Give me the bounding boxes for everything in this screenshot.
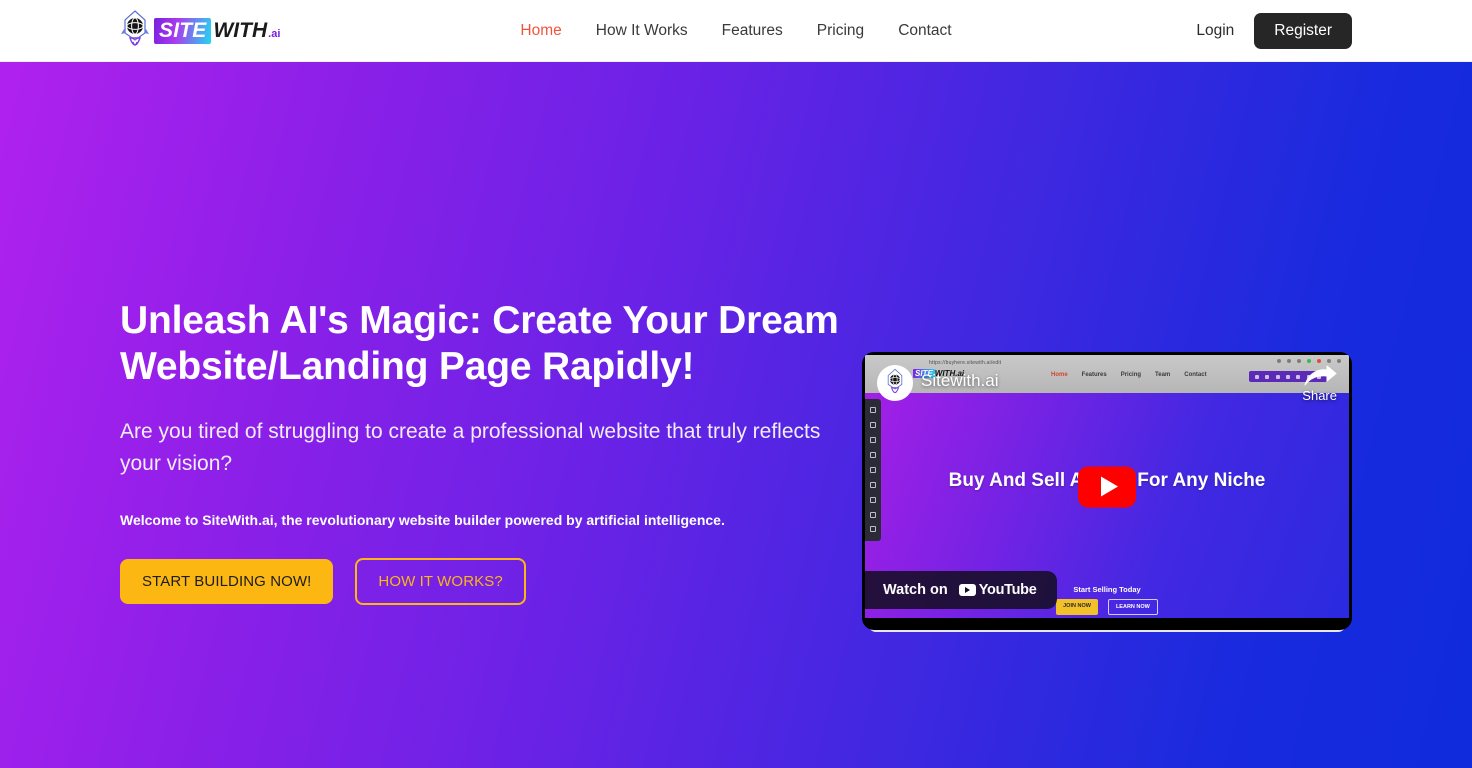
thumbnail-window-dots	[1277, 359, 1341, 363]
add-icon	[870, 422, 876, 429]
hero-subheading: Are you tired of struggling to create a …	[120, 420, 821, 475]
dot-icon	[1337, 359, 1341, 363]
nav-item-how-it-works[interactable]: How It Works	[596, 22, 688, 40]
play-button-icon[interactable]	[1078, 466, 1136, 507]
rocket-globe-icon	[120, 9, 150, 53]
youtube-embed[interactable]: https://buyhere.sitewith.ai/edit SITE WIT…	[862, 352, 1352, 630]
youtube-play-box	[958, 584, 976, 596]
refresh-icon	[870, 496, 876, 503]
logo-with-text: WITH	[213, 18, 268, 42]
thumbnail-nav-team: Team	[1155, 372, 1171, 378]
search-icon	[870, 437, 876, 444]
channel-avatar-icon[interactable]	[877, 365, 913, 401]
thumbnail-join-now-button: JOIN NOW	[1056, 599, 1098, 615]
logo-site-text: SITE	[154, 17, 212, 45]
dot-icon	[1327, 359, 1331, 363]
toolbar-icon	[1255, 374, 1260, 379]
site-header: SITE WITH .ai Home How It Works Features…	[0, 0, 1472, 62]
settings-icon	[870, 452, 876, 459]
move-icon	[870, 407, 876, 414]
thumbnail-nav-home: Home	[1051, 372, 1068, 378]
dot-icon	[1277, 359, 1281, 363]
share-label: Share	[1302, 388, 1337, 403]
dot-icon	[1297, 359, 1301, 363]
download-icon	[870, 526, 876, 533]
thumbnail-nav-features: Features	[1081, 372, 1107, 378]
hero-section: Unleash AI's Magic: Create Your Dream We…	[0, 62, 1472, 768]
logo-ai-text: .ai	[268, 27, 281, 40]
play-triangle	[1100, 476, 1118, 497]
thumbnail-nav-pricing: Pricing	[1120, 372, 1142, 378]
thumbnail-url-bar: https://buyhere.sitewith.ai/edit	[929, 360, 1002, 366]
youtube-wordmark: YouTube	[978, 582, 1037, 598]
register-button[interactable]: Register	[1254, 12, 1352, 49]
nav-item-features[interactable]: Features	[722, 22, 783, 40]
logo[interactable]: SITE WITH .ai	[120, 9, 280, 53]
nav-item-pricing[interactable]: Pricing	[817, 22, 864, 40]
video-thumbnail: https://buyhere.sitewith.ai/edit SITE WIT…	[865, 355, 1349, 618]
main-nav: Home How It Works Features Pricing Conta…	[520, 22, 951, 40]
share-arrow-icon	[1304, 365, 1337, 386]
thumbnail-learn-now-button: LEARN NOW	[1107, 599, 1158, 615]
toolbar-icon	[1265, 374, 1270, 379]
share-button[interactable]: Share	[1302, 365, 1337, 403]
dot-icon	[1287, 359, 1291, 363]
save-icon	[870, 511, 876, 518]
dot-red-icon	[1317, 359, 1321, 363]
hero-welcome-text: Welcome to SiteWith.ai, the revolutionar…	[120, 512, 725, 529]
hero-copy: Unleash AI's Magic: Create Your Dream We…	[120, 298, 850, 606]
toolbar-icon	[1285, 374, 1290, 379]
dot-green-icon	[1307, 359, 1311, 363]
how-it-works-button[interactable]: HOW IT WORKS?	[355, 558, 526, 606]
toolbar-icon	[1296, 374, 1301, 379]
cta-row: START BUILDING NOW! HOW IT WORKS?	[120, 558, 850, 606]
youtube-logo-icon: YouTube	[958, 582, 1037, 598]
watch-on-label: Watch on	[883, 582, 948, 598]
video-channel-title[interactable]: Sitewith.ai	[921, 371, 998, 391]
thumbnail-nav-contact: Contact	[1184, 372, 1207, 378]
login-link[interactable]: Login	[1196, 22, 1234, 40]
nav-item-home[interactable]: Home	[520, 22, 561, 40]
nav-item-contact[interactable]: Contact	[898, 22, 951, 40]
toolbar-icon	[1275, 374, 1280, 379]
thumbnail-nav: Home Features Pricing Team Contact	[1051, 372, 1207, 378]
page-title: Unleash AI's Magic: Create Your Dream We…	[120, 299, 839, 389]
start-building-button[interactable]: START BUILDING NOW!	[120, 559, 334, 605]
auth-actions: Login Register	[1196, 12, 1352, 49]
watch-on-youtube-button[interactable]: Watch on YouTube	[865, 571, 1057, 609]
